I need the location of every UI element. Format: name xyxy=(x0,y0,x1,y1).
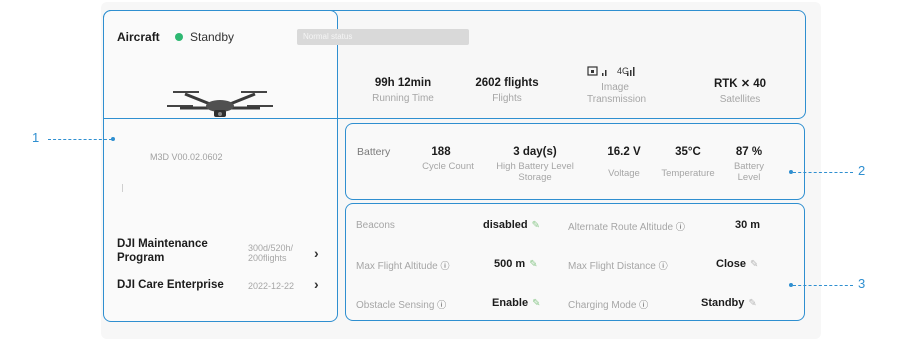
battery-high-level-storage: 3 day(s) High Battery Level Storage xyxy=(492,146,578,183)
maintenance-program-meta: 300d/520h/ 200flights xyxy=(248,243,293,263)
obstacle-sensing-value[interactable]: Enable ✎ xyxy=(492,297,540,309)
stat-value: RTK ✕ 40 xyxy=(690,77,790,90)
setting-value-text: Standby xyxy=(701,297,745,309)
status-text: Standby xyxy=(190,30,235,44)
maintenance-program-label: DJI Maintenance Program xyxy=(117,238,208,264)
battery-value: 87 % xyxy=(735,146,763,158)
signal-icon: 4G xyxy=(565,66,665,77)
beacons-value[interactable]: disabled ✎ xyxy=(483,219,540,231)
stat-running-time: 99h 12min Running Time xyxy=(353,77,453,105)
transmission-4g: 4G xyxy=(617,66,630,76)
callout-2-line xyxy=(793,172,853,173)
beacons-label: Beacons xyxy=(356,220,395,231)
stat-label: Flights xyxy=(492,93,522,104)
battery-voltage: 16.2 V Voltage xyxy=(594,146,654,179)
info-icon[interactable]: ⓘ xyxy=(659,261,668,271)
setting-value-text: Enable xyxy=(492,297,529,309)
setting-label-text: Max Flight Altitude xyxy=(356,261,438,272)
care-chevron-right-icon[interactable]: › xyxy=(314,276,319,292)
maintenance-chevron-right-icon[interactable]: › xyxy=(314,245,319,261)
stat-satellites: RTK ✕ 40 Satellites xyxy=(690,77,790,106)
drone-image xyxy=(167,91,273,117)
battery-value: 188 xyxy=(431,146,451,158)
satellite-count: 40 xyxy=(753,78,767,90)
aircraft-info-panel xyxy=(103,10,338,322)
stat-label: Satellites xyxy=(719,94,761,105)
battery-value: 16.2 V xyxy=(607,146,641,158)
max-flight-distance-label: Max Flight Distance ⓘ xyxy=(568,259,668,272)
edit-pencil-icon[interactable]: ✎ xyxy=(529,259,537,270)
stat-value: 2602 flights xyxy=(475,77,539,89)
setting-label-text: Charging Mode xyxy=(568,300,637,311)
battery-level: 87 % Battery Level xyxy=(728,146,770,183)
charging-mode-label: Charging Mode ⓘ xyxy=(568,298,648,311)
battery-item-label: Voltage xyxy=(608,168,640,179)
stat-image-transmission: 4G Image Transmission xyxy=(565,66,665,106)
callout-3: 3 xyxy=(858,276,866,291)
battery-item-label: Cycle Count xyxy=(422,161,474,172)
info-icon[interactable]: ⓘ xyxy=(441,261,450,271)
max-flight-altitude-label: Max Flight Altitude ⓘ xyxy=(356,259,450,272)
maintenance-meta-line2: 200flights xyxy=(248,253,287,263)
battery-value: 35°C xyxy=(675,146,701,158)
battery-cycle-count: 188 Cycle Count xyxy=(408,146,474,172)
normal-status-badge: Normal status xyxy=(297,29,469,45)
battery-item-label: Temperature xyxy=(661,168,715,179)
stat-flights: 2602 flights Flights xyxy=(452,77,562,105)
stat-value: 99h 12min xyxy=(374,77,432,89)
callout-3-line xyxy=(793,285,853,286)
edit-pencil-icon[interactable]: ✎ xyxy=(750,259,758,270)
stat-label: Image Transmission xyxy=(587,82,647,106)
edit-pencil-icon[interactable]: ✎ xyxy=(748,298,756,309)
edit-pencil-icon[interactable]: ✎ xyxy=(532,298,540,309)
setting-label-text: Alternate Route Altitude xyxy=(568,222,674,233)
stat-label: Running Time xyxy=(372,93,434,104)
callout-1-dot xyxy=(111,137,115,141)
battery-item-label: High Battery Level Storage xyxy=(496,161,574,183)
aircraft-title: Aircraft xyxy=(117,30,160,44)
max-flight-distance-value[interactable]: Close ✎ xyxy=(716,258,758,270)
alternate-route-altitude-label: Alternate Route Altitude ⓘ xyxy=(568,220,685,233)
maintenance-meta-line1: 300d/520h/ xyxy=(248,243,294,253)
battery-label: Battery xyxy=(357,146,391,158)
care-enterprise-date: 2022-12-22 xyxy=(248,281,295,291)
callout-1-line xyxy=(48,139,112,140)
charging-mode-value[interactable]: Standby ✎ xyxy=(701,297,757,309)
info-icon[interactable]: ⓘ xyxy=(437,300,446,310)
setting-label-text: Obstacle Sensing xyxy=(356,300,435,311)
edit-pencil-icon[interactable]: ✎ xyxy=(532,220,540,231)
max-flight-altitude-value[interactable]: 500 m ✎ xyxy=(494,258,538,270)
setting-value-text: 500 m xyxy=(494,258,526,270)
callout-1: 1 xyxy=(32,130,40,145)
setting-label-text: Max Flight Distance xyxy=(568,261,656,272)
obstacle-sensing-label: Obstacle Sensing ⓘ xyxy=(356,298,446,311)
battery-item-label: Battery Level xyxy=(733,161,765,183)
info-icon[interactable]: ⓘ xyxy=(676,222,685,232)
battery-value: 3 day(s) xyxy=(513,146,557,158)
satellite-icon: ✕ xyxy=(740,78,751,90)
setting-value-text: Close xyxy=(716,258,746,270)
alternate-route-altitude-value: 30 m xyxy=(735,219,761,231)
battery-temperature: 35°C Temperature xyxy=(652,146,724,179)
callout-2: 2 xyxy=(858,163,866,178)
firmware-version: M3D V00.02.0602 xyxy=(150,152,223,162)
setting-value-text: disabled xyxy=(483,219,528,231)
status-dot-icon xyxy=(175,33,183,41)
divider xyxy=(122,184,123,192)
info-icon[interactable]: ⓘ xyxy=(639,300,648,310)
care-enterprise-label: DJI Care Enterprise xyxy=(117,279,224,291)
rtk-label: RTK xyxy=(713,78,738,90)
